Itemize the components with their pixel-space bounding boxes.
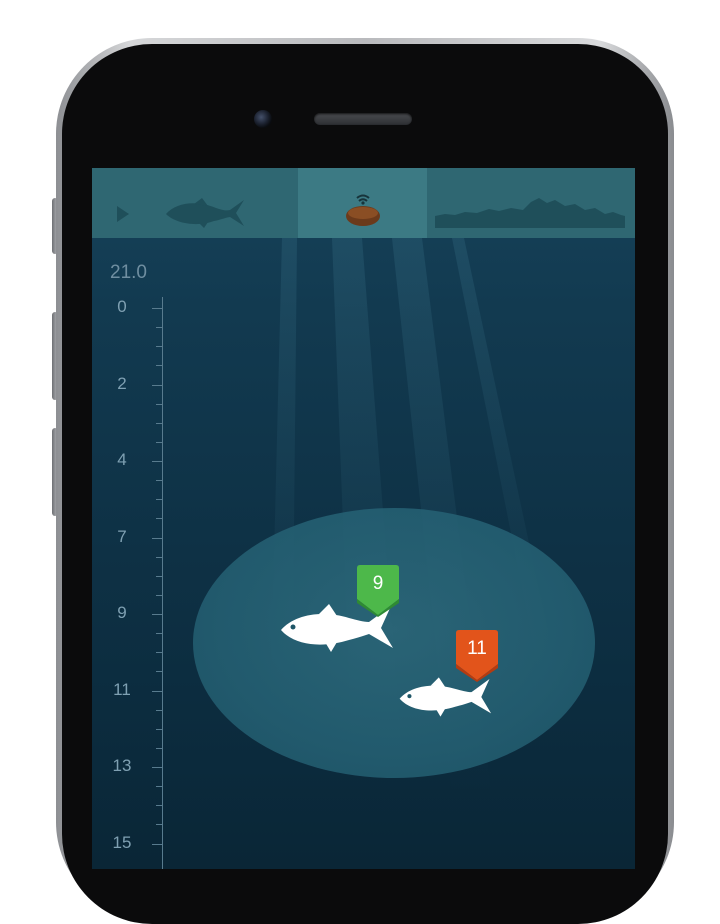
depth-scale-minor-tick <box>156 805 162 807</box>
depth-scale-major-tick <box>152 690 162 692</box>
fish-icon <box>166 198 244 228</box>
depth-marker-badge: 9 <box>357 565 399 617</box>
depth-scale-major-tick <box>152 384 162 386</box>
depth-scale-label: 0 <box>117 297 127 316</box>
depth-scale-major-tick <box>152 461 162 462</box>
depth-scale-label: 13 <box>112 756 132 775</box>
depth-scale-minor-tick <box>156 633 162 635</box>
depth-scale-minor-tick <box>156 365 162 367</box>
depth-scale-minor-tick <box>156 594 162 596</box>
tab-bottom-profile[interactable] <box>427 168 635 238</box>
depth-scale-major-tick <box>152 843 162 845</box>
sonar-screen: 21.0 0 2 4 7 9 11 13 15 9 11 <box>92 168 635 869</box>
depth-scale-minor-tick <box>156 652 162 654</box>
depth-scale-minor-tick <box>156 786 162 788</box>
depth-scale-major-tick <box>152 308 162 309</box>
depth-marker-label: 9 <box>372 573 384 594</box>
depth-scale-major-tick <box>152 537 162 539</box>
water-temperature: 21.0 <box>110 262 147 283</box>
depth-scale-label: 11 <box>113 679 131 699</box>
depth-scale-minor-tick <box>156 747 162 749</box>
depth-scale-minor-tick <box>156 499 162 501</box>
depth-scale-minor-tick <box>156 403 162 405</box>
depth-scale-major-tick <box>152 614 162 615</box>
depth-scale-label: 15 <box>112 832 132 852</box>
depth-scale-minor-tick <box>156 327 162 329</box>
depth-scale-axis <box>162 297 163 869</box>
depth-scale-label: 2 <box>117 373 127 393</box>
camera-icon <box>254 110 272 128</box>
depth-scale-minor-tick <box>156 441 162 443</box>
depth-scale-minor-tick <box>156 709 162 711</box>
depth-scale-minor-tick <box>156 728 162 730</box>
depth-scale-minor-tick <box>156 518 162 520</box>
depth-scale-label: 9 <box>117 603 127 622</box>
depth-scale-label: 7 <box>117 526 127 546</box>
speaker-grille-icon <box>314 113 412 125</box>
depth-scale-label: 4 <box>117 450 127 469</box>
tab-fish[interactable] <box>92 168 298 238</box>
depth-scale-minor-tick <box>156 422 162 424</box>
depth-marker-badge: 11 <box>456 630 498 682</box>
tab-bar <box>92 168 635 238</box>
play-icon[interactable] <box>116 205 130 223</box>
depth-scale-minor-tick <box>156 671 162 673</box>
bottom-profile-icon <box>435 198 625 228</box>
depth-scale-minor-tick <box>156 824 162 826</box>
sonar-device-icon <box>346 194 380 226</box>
depth-scale-minor-tick <box>156 346 162 348</box>
depth-scale-minor-tick <box>156 480 162 482</box>
tab-sonar[interactable] <box>298 168 427 238</box>
depth-scale-major-tick <box>152 767 162 768</box>
depth-marker-label: 11 <box>467 638 487 659</box>
depth-scale-minor-tick <box>156 575 162 577</box>
depth-scale-minor-tick <box>156 556 162 558</box>
